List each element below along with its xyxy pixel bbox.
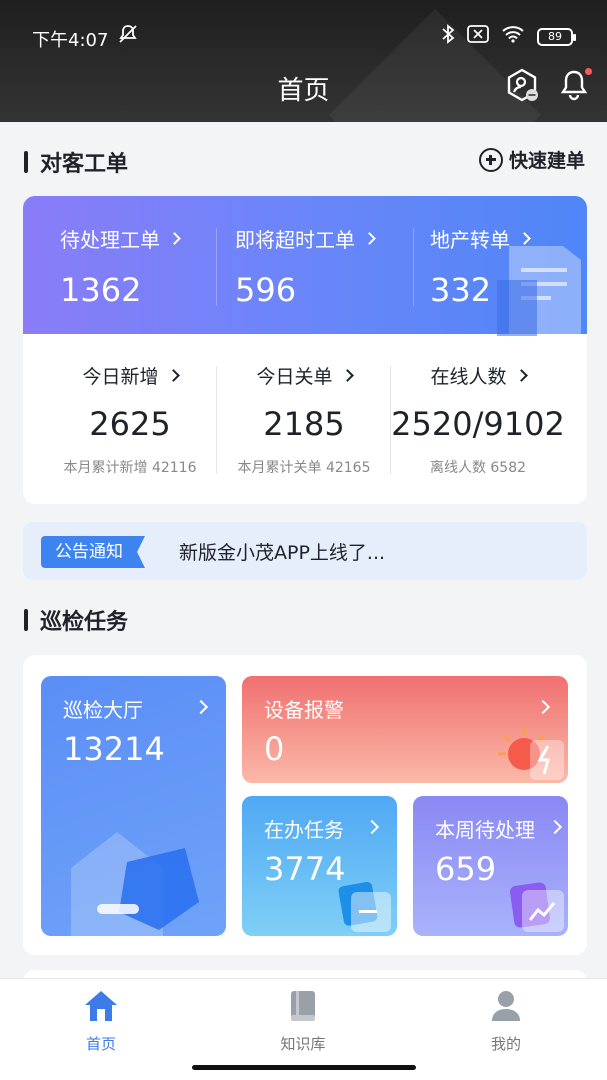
divider	[216, 228, 217, 306]
no-sim-icon	[467, 25, 489, 48]
alarm-lightbulb-icon	[498, 728, 564, 780]
tab-home[interactable]: 首页	[41, 989, 161, 1054]
chevron-right-icon	[547, 819, 563, 835]
month-closed-total: 本月累计关单 42165	[237, 460, 371, 476]
month-new-total: 本月累计新增 42116	[63, 460, 197, 476]
overdue-soon-label: 即将超时工单	[235, 228, 355, 252]
device-alarm-value: 0	[264, 730, 285, 768]
battery-indicator: 89	[537, 27, 576, 46]
weekly-pending-value: 659	[435, 850, 497, 888]
today-closed-stat[interactable]: 今日关单 2185 本月累计关单 42165	[209, 362, 399, 477]
inspection-hall-label: 巡检大厅	[63, 698, 143, 722]
announcement-bar[interactable]: 公告通知 新版金小茂APP上线了...	[23, 522, 587, 580]
today-new-value: 2625	[89, 405, 171, 443]
tab-profile-label: 我的	[490, 1035, 521, 1053]
chevron-right-icon	[535, 699, 551, 715]
inspection-hall-value: 13214	[63, 730, 165, 768]
inspection-section-title-text: 巡检任务	[40, 610, 129, 635]
overdue-soon-value: 596	[235, 271, 297, 309]
notification-bell-icon[interactable]	[558, 68, 592, 102]
device-alarm-tile[interactable]: 设备报警 0	[242, 676, 568, 783]
notification-dot	[585, 68, 592, 75]
section-marker	[24, 151, 28, 173]
inspection-section-title: 巡检任务	[24, 604, 128, 636]
trend-chart-icon	[510, 882, 564, 932]
house-illustration-icon	[71, 832, 199, 936]
in-progress-tasks-tile[interactable]: 在办任务 3774	[242, 796, 397, 936]
pending-tickets-label: 待处理工单	[60, 228, 160, 252]
wifi-icon	[501, 25, 525, 48]
user-settings-icon[interactable]	[505, 68, 539, 102]
property-transfer-label: 地产转单	[430, 228, 510, 252]
bluetooth-icon	[441, 24, 455, 49]
section-marker	[24, 609, 28, 631]
user-icon	[492, 991, 520, 1021]
quick-create-button[interactable]: 快速建单	[478, 146, 585, 173]
chevron-right-icon	[166, 369, 180, 382]
today-closed-label: 今日关单	[256, 366, 333, 388]
online-users-label: 在线人数	[430, 366, 507, 388]
book-icon	[291, 991, 315, 1021]
mute-icon	[117, 24, 139, 49]
chevron-right-icon	[518, 232, 531, 245]
announcement-text: 新版金小茂APP上线了...	[179, 542, 386, 564]
status-icons: 89	[441, 24, 576, 49]
weekly-pending-label: 本周待处理	[435, 818, 535, 842]
home-icon	[85, 991, 117, 1021]
add-circle-icon	[478, 147, 503, 172]
ticket-section-title-text: 对客工单	[40, 152, 129, 177]
chevron-right-icon	[364, 819, 380, 835]
tab-profile[interactable]: 我的	[446, 989, 566, 1054]
ticket-stats-banner: 待处理工单 1362 即将超时工单 596 地产转单 332	[23, 196, 587, 336]
divider	[413, 228, 414, 306]
property-transfer-value: 332	[430, 271, 492, 309]
pending-tickets-stat[interactable]: 待处理工单 1362	[60, 224, 181, 309]
device-alarm-label: 设备报警	[264, 698, 344, 722]
ticket-stats-card: 待处理工单 1362 即将超时工单 596 地产转单 332 今日新增 2625…	[23, 196, 587, 504]
tab-knowledge-base-label: 知识库	[280, 1035, 326, 1053]
inspection-hall-tile[interactable]: 巡检大厅 13214	[41, 676, 226, 936]
in-progress-tasks-value: 3774	[264, 850, 346, 888]
online-users-stat[interactable]: 在线人数 2520/9102 离线人数 6582	[383, 362, 573, 477]
property-transfer-stat[interactable]: 地产转单 332	[430, 224, 531, 309]
status-bar: 下午4:07 89	[0, 18, 607, 54]
chevron-right-icon	[340, 369, 354, 382]
inspection-card: 巡检大厅 13214 设备报警 0 在办任务 3774 本周待处理 659	[23, 655, 587, 955]
home-indicator[interactable]	[192, 1065, 416, 1070]
chevron-right-icon	[514, 369, 528, 382]
overdue-soon-tickets-stat[interactable]: 即将超时工单 596	[235, 224, 376, 309]
online-users-value: 2520/9102	[391, 405, 565, 443]
ticket-section-title: 对客工单	[24, 146, 128, 178]
chevron-right-icon	[193, 699, 209, 715]
pending-tickets-value: 1362	[60, 271, 142, 309]
weekly-pending-tile[interactable]: 本周待处理 659	[413, 796, 568, 936]
today-new-label: 今日新增	[82, 366, 159, 388]
tab-knowledge-base[interactable]: 知识库	[243, 989, 363, 1054]
app-header: 下午4:07 89 首页	[0, 0, 607, 122]
in-progress-tasks-label: 在办任务	[264, 818, 344, 842]
task-card-icon	[338, 881, 391, 932]
chevron-right-icon	[168, 232, 181, 245]
today-closed-value: 2185	[263, 405, 345, 443]
announcement-badge: 公告通知	[41, 536, 145, 568]
today-new-stat[interactable]: 今日新增 2625 本月累计新增 42116	[35, 362, 225, 477]
offline-users-count: 离线人数 6582	[429, 460, 527, 476]
status-time: 下午4:07	[32, 30, 109, 51]
chevron-right-icon	[363, 232, 376, 245]
quick-create-label: 快速建单	[508, 150, 585, 172]
tab-home-label: 首页	[85, 1035, 116, 1053]
